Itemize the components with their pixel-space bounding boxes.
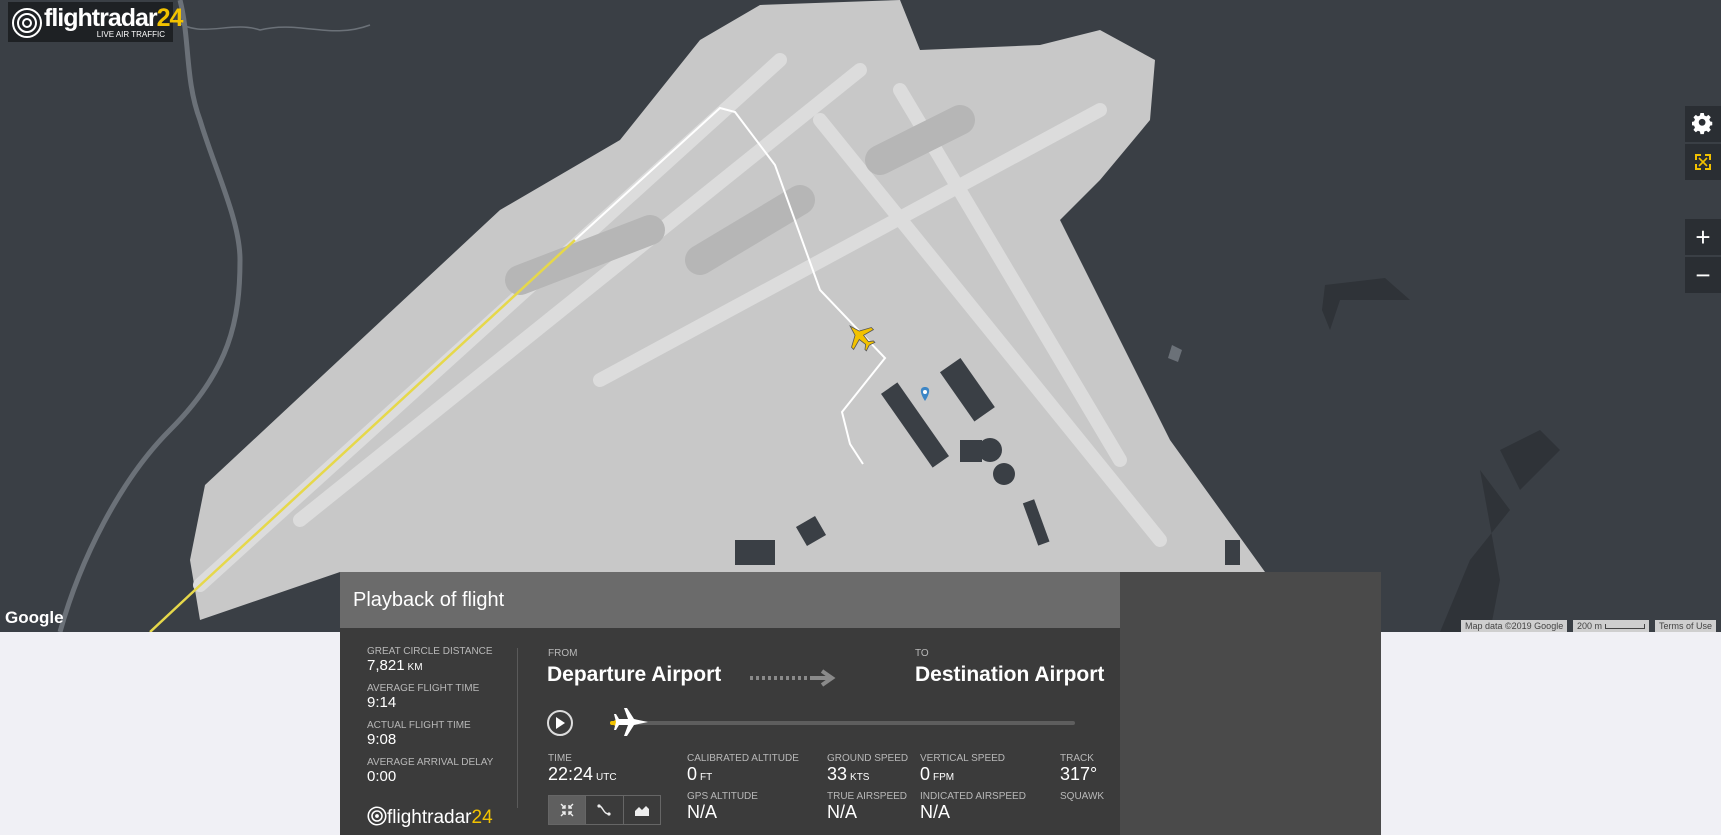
chart-view-button[interactable] — [624, 796, 660, 824]
destination-airport[interactable]: Destination Airport — [915, 663, 1104, 687]
ground-speed-field: GROUND SPEED 33 KTS — [827, 753, 909, 784]
zoom-in-button[interactable]: + — [1685, 219, 1721, 255]
calibrated-altitude-field: CALIBRATED ALTITUDE 0 FT — [687, 753, 799, 784]
gps-altitude-field: GPS ALTITUDE N/A — [687, 791, 758, 822]
radar-icon — [367, 806, 387, 826]
playback-slider[interactable] — [610, 721, 1075, 725]
true-airspeed-field: TRUE AIRSPEED N/A — [827, 791, 908, 822]
logo-text: flightradar24 — [44, 4, 183, 32]
route-view-button[interactable] — [586, 796, 624, 824]
airplane-icon[interactable] — [610, 707, 650, 737]
stat-actual-flight-time: ACTUAL FLIGHT TIME 9:08 — [367, 720, 471, 748]
stat-average-flight-time: AVERAGE FLIGHT TIME 9:14 — [367, 683, 480, 711]
settings-button[interactable] — [1685, 106, 1721, 142]
collapse-icon — [560, 803, 574, 817]
departure-airport[interactable]: Departure Airport — [547, 663, 721, 687]
flightradar24-logo[interactable]: flightradar24 LIVE AIR TRAFFIC — [8, 2, 183, 42]
chart-icon — [634, 806, 649, 816]
fullscreen-button[interactable] — [1685, 144, 1721, 180]
panel-body: GREAT CIRCLE DISTANCE 7,821 KM AVERAGE FL… — [340, 628, 1120, 835]
time-field: TIME 22:24 UTC — [548, 753, 617, 784]
flight-map[interactable]: flightradar24 LIVE AIR TRAFFIC Google + … — [0, 0, 1721, 632]
flight-stats: GREAT CIRCLE DISTANCE 7,821 KM AVERAGE FL… — [367, 646, 512, 794]
panel-side — [1120, 572, 1381, 835]
squawk-field: SQUAWK — [1060, 791, 1105, 802]
fullscreen-icon — [1695, 154, 1711, 170]
radar-icon — [12, 8, 42, 38]
play-icon — [556, 717, 565, 729]
view-mode-toggle — [548, 795, 661, 825]
map-attribution: Map data ©2019 Google — [1461, 620, 1568, 632]
route-icon — [597, 804, 612, 816]
divider — [517, 648, 518, 808]
playback-panel: Playback of flight GREAT CIRCLE DISTANCE… — [340, 572, 1381, 835]
gear-icon — [1692, 113, 1713, 135]
vertical-speed-field: VERTICAL SPEED 0 FPM — [920, 753, 1006, 784]
indicated-airspeed-field: INDICATED AIRSPEED N/A — [920, 791, 1026, 822]
stat-great-circle-distance: GREAT CIRCLE DISTANCE 7,821 KM — [367, 646, 493, 674]
logo-tagline: LIVE AIR TRAFFIC — [96, 30, 165, 39]
route-arrow-icon — [750, 669, 836, 687]
google-logo: Google — [5, 608, 64, 627]
zoom-out-button[interactable]: − — [1685, 257, 1721, 293]
panel-header: Playback of flight — [340, 572, 1120, 628]
terms-link[interactable]: Terms of Use — [1655, 620, 1717, 632]
stat-average-arrival-delay: AVERAGE ARRIVAL DELAY 0:00 — [367, 757, 494, 785]
map-scale: 200 m — [1573, 620, 1649, 632]
play-button[interactable] — [547, 710, 573, 736]
panel-title: Playback of flight — [353, 589, 505, 611]
footer-logo: flightradar24 — [367, 806, 493, 829]
map-canvas — [57, 0, 1560, 632]
collapse-view-button[interactable] — [549, 796, 587, 824]
track-field: TRACK 317° — [1060, 753, 1098, 784]
from-label: FROM — [548, 648, 578, 659]
to-label: TO — [915, 648, 929, 659]
